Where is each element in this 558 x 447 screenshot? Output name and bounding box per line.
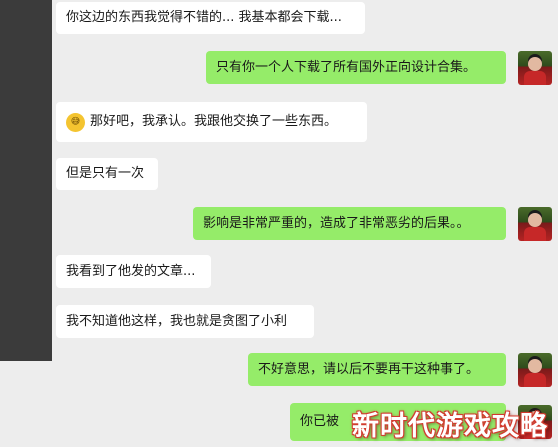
message-text: 那好吧，我承认。我跟他交换了一些东西。 <box>90 114 338 129</box>
message-text: 不好意思，请以后不要再干这种事了。 <box>258 361 480 377</box>
user-avatar[interactable] <box>518 51 552 85</box>
watermark-text: 新时代游戏攻略 <box>352 411 548 442</box>
message-text: 你已被 <box>300 414 340 429</box>
user-avatar[interactable] <box>518 353 552 387</box>
message-text: 但是只有一次 <box>66 166 145 181</box>
message-text: 影响是非常严重的，造成了非常恶劣的后果。。 <box>203 215 470 231</box>
message-text: 我不知道他这样，我也就是贪图了小利 <box>66 313 288 329</box>
message-bubble-incoming[interactable]: 我不知道他这样，我也就是贪图了小利 <box>56 305 314 338</box>
message-bubble-outgoing[interactable]: 不好意思，请以后不要再干这种事了。 <box>248 353 506 386</box>
message-bubble-incoming[interactable]: 你这边的东西我觉得不错的... 我基本都会下载... <box>56 2 365 34</box>
grinning-sweat-emoji-icon: 😅 <box>66 112 85 132</box>
message-bubble-incoming[interactable]: 但是只有一次 <box>56 158 158 190</box>
side-panel-strip <box>0 0 52 361</box>
chat-screen: 你这边的东西我觉得不错的... 我基本都会下载... 只有你一个人下载了所有国外… <box>0 0 558 447</box>
message-bubble-outgoing[interactable]: 只有你一个人下载了所有国外正向设计合集。 <box>206 51 506 84</box>
message-text: 只有你一个人下载了所有国外正向设计合集。 <box>216 59 477 75</box>
user-avatar[interactable] <box>518 207 552 241</box>
message-bubble-incoming[interactable]: 😅 那好吧，我承认。我跟他交换了一些东西。 <box>56 102 367 142</box>
message-text: 我看到了他发的文章... <box>66 263 196 279</box>
message-text: 你这边的东西我觉得不错的... 我基本都会下载... <box>66 10 342 25</box>
message-bubble-outgoing[interactable]: 影响是非常严重的，造成了非常恶劣的后果。。 <box>193 207 506 240</box>
message-bubble-incoming[interactable]: 我看到了他发的文章... <box>56 255 211 288</box>
